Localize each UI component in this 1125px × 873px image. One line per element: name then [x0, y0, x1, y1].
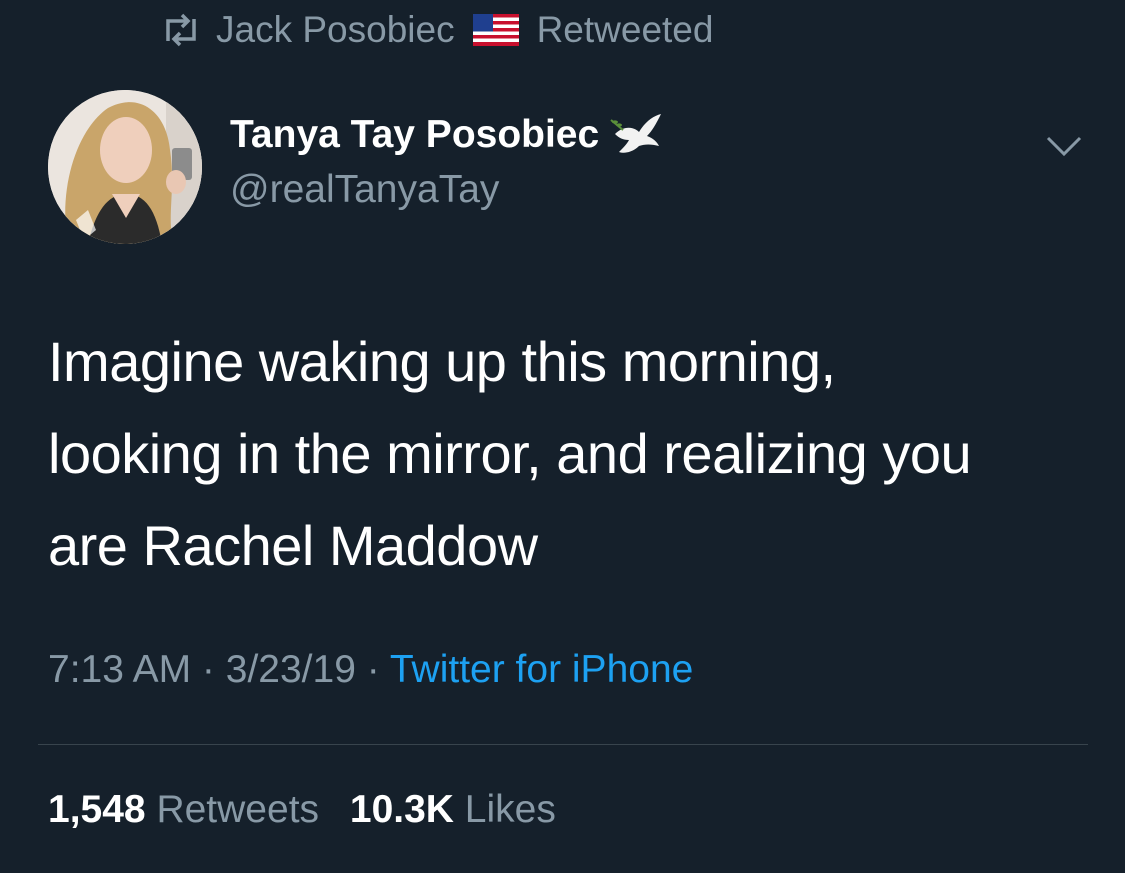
tweet-text: Imagine waking up this morning, looking … [48, 316, 1088, 592]
retweeted-label: Retweeted [536, 9, 714, 50]
author-handle[interactable]: @realTanyaTay [230, 168, 499, 212]
tweet-line: Imagine waking up this morning, [48, 330, 836, 393]
us-flag-icon [472, 14, 519, 46]
divider [38, 744, 1088, 745]
author-display-name[interactable]: Tanya Tay Posobiec [230, 112, 665, 158]
tweet-time: 7:13 AM [48, 648, 192, 691]
likes-count: 10.3K [349, 788, 454, 831]
retweets-label: Retweets [156, 788, 320, 831]
display-name-text[interactable]: Tanya Tay Posobiec [230, 113, 599, 157]
chevron-down-icon[interactable] [1040, 128, 1088, 164]
dove-icon [609, 112, 665, 158]
tweet-line: looking in the mirror, and realizing you [48, 422, 972, 485]
retweet-icon [160, 13, 202, 47]
tweet-line: are Rachel Maddow [48, 514, 538, 577]
tweet-stats: 1,548 Retweets 10.3K Likes [48, 788, 576, 832]
retweets-stat[interactable]: 1,548 Retweets [48, 788, 339, 831]
avatar[interactable] [48, 90, 202, 244]
tweet-meta: 7:13 AM · 3/23/19 · Twitter for iPhone [48, 648, 693, 692]
likes-stat[interactable]: 10.3K Likes [350, 788, 576, 831]
meta-separator: · [355, 648, 390, 691]
meta-separator: · [191, 648, 226, 691]
retweet-context[interactable]: Jack Posobiec Retweeted [160, 8, 713, 52]
retweets-count: 1,548 [48, 788, 146, 831]
tweet-source-link[interactable]: Twitter for iPhone [390, 648, 693, 691]
tweet-date: 3/23/19 [225, 648, 356, 691]
likes-label: Likes [464, 788, 556, 831]
retweeter-name[interactable]: Jack Posobiec [216, 9, 455, 51]
